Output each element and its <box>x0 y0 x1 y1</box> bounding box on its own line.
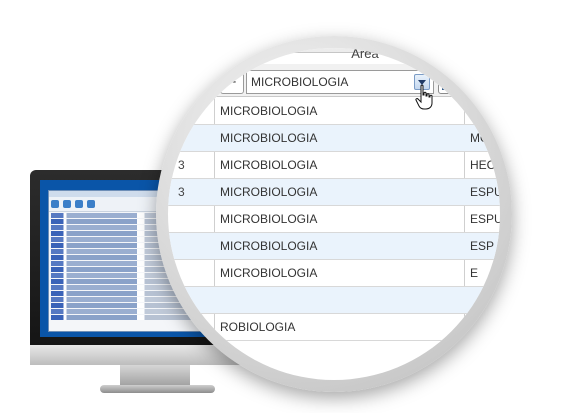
table-row[interactable]: MICROBIOLOGIA E <box>168 260 500 287</box>
sample-cell: HECE <box>470 104 500 118</box>
filter-clear-icon[interactable] <box>438 70 462 94</box>
sample-cell: ESP <box>470 239 495 253</box>
table-row[interactable]: 3 MICROBIOLOGIA HECES <box>168 152 500 179</box>
row-left-cell: 3 <box>178 131 185 145</box>
grid-rows: MICROBIOLOGIA HECE 3 MICROBIOLOGIA MOCO 3 MICR… <box>168 98 500 341</box>
area-filter-select[interactable]: MICROBIOLOGIA <box>246 70 434 94</box>
column-header-area[interactable]: Area <box>220 48 500 61</box>
filter-operator-button[interactable]: = <box>220 70 244 94</box>
monitor-base <box>100 385 215 393</box>
table-row[interactable]: ROBIOLOGIA <box>168 314 500 341</box>
area-cell: MICROBIOLOGIA <box>220 266 318 280</box>
area-cell: ROBIOLOGIA <box>220 320 296 334</box>
magnifier-lens: Area = MICROBIOLOGIA fx MICROBIOLOGIA HEC… <box>156 36 512 392</box>
sample-cell: ESPUT <box>470 212 500 226</box>
area-cell: MICROBIOLOGIA <box>220 158 318 172</box>
sample-cell: HECES <box>470 158 500 172</box>
monitor-stand <box>120 365 190 387</box>
function-button[interactable]: fx <box>468 70 492 94</box>
hand-cursor-icon <box>415 84 433 110</box>
magnified-grid: Area = MICROBIOLOGIA fx MICROBIOLOGIA HEC… <box>168 48 500 380</box>
sample-cell: ESPUT <box>470 185 500 199</box>
table-row[interactable]: 3 MICROBIOLOGIA ESPUT <box>168 179 500 206</box>
sample-cell: E <box>470 266 479 280</box>
table-row[interactable]: 3 MICROBIOLOGIA MOCO <box>168 125 500 152</box>
area-filter-value: MICROBIOLOGIA <box>251 75 349 89</box>
row-left-cell: 3 <box>178 185 185 199</box>
row-left-cell: 3 <box>178 158 185 172</box>
area-cell: MICROBIOLOGIA <box>220 104 318 118</box>
table-row[interactable]: MICROBIOLOGIA ESPUT <box>168 206 500 233</box>
area-cell: MICROBIOLOGIA <box>220 239 318 253</box>
sample-cell: MOCO <box>470 131 500 145</box>
area-cell: MICROBIOLOGIA <box>220 185 318 199</box>
monitor-chin <box>30 345 240 365</box>
table-row[interactable]: MICROBIOLOGIA ESP <box>168 233 500 260</box>
table-row[interactable] <box>168 287 500 314</box>
area-cell: MICROBIOLOGIA <box>220 212 318 226</box>
filter-button[interactable] <box>190 70 214 94</box>
area-cell: MICROBIOLOGIA <box>220 131 318 145</box>
table-row[interactable]: MICROBIOLOGIA HECE <box>168 98 500 125</box>
